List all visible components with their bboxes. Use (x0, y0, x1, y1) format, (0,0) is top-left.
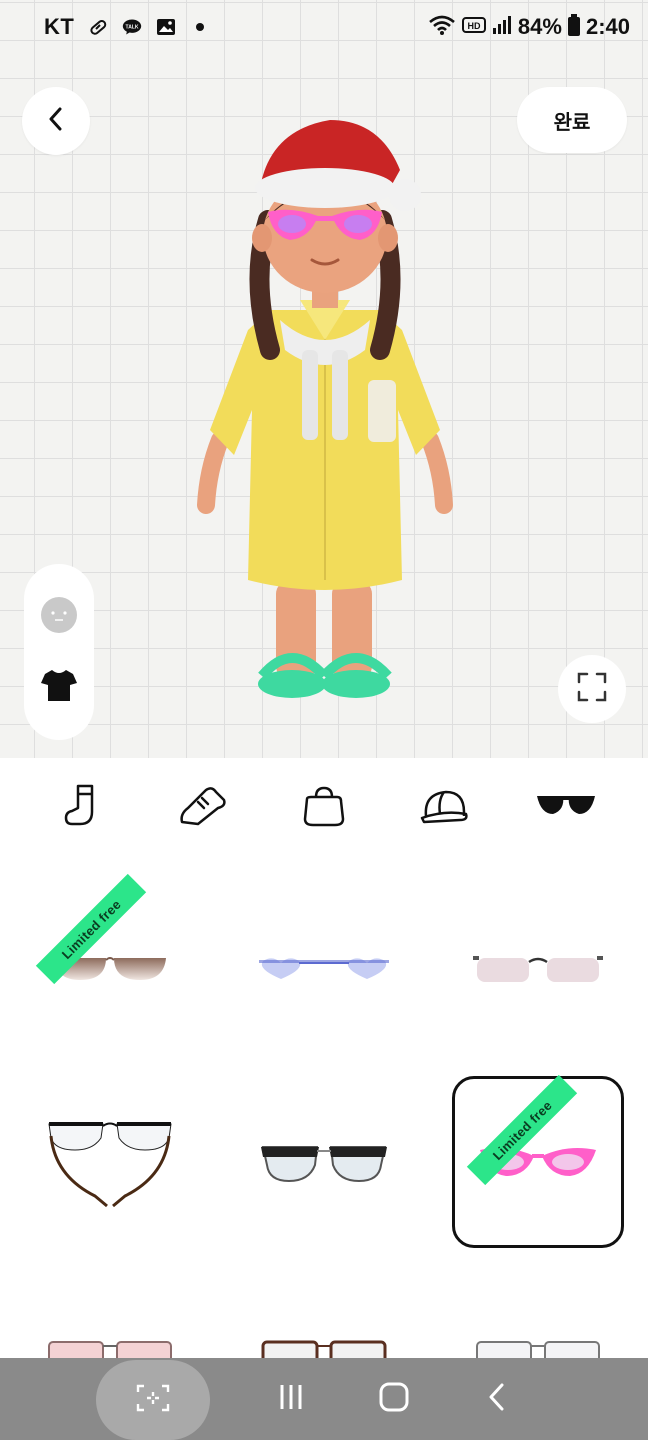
tab-bags[interactable] (289, 773, 359, 843)
nav-back-button[interactable] (467, 1369, 527, 1429)
battery-icon (567, 13, 580, 41)
recent-apps-button[interactable] (261, 1369, 321, 1429)
blue-heart-sunglasses-thumb (259, 958, 389, 979)
tab-eyewear[interactable] (531, 773, 601, 843)
signal-icon (492, 15, 512, 40)
item-grid: Limited free Limited free (0, 858, 648, 1358)
hd-icon: HD (461, 16, 486, 39)
grid-item-5[interactable] (238, 1078, 410, 1250)
back-icon (487, 1382, 507, 1417)
half-rim-chain-glasses-thumb (48, 1122, 172, 1208)
fullscreen-button[interactable] (558, 655, 626, 723)
hd-label: HD (467, 21, 480, 31)
silver-frame-glasses-thumb (476, 1341, 600, 1358)
avatar-figure (190, 110, 460, 710)
expand-icon (576, 671, 608, 708)
grid-item-2[interactable] (238, 882, 410, 1054)
kakaotalk-label: TALK (126, 25, 139, 31)
battery-percent: 84% (517, 14, 562, 39)
brown-frame-glasses-thumb (261, 1340, 387, 1358)
back-button[interactable] (22, 87, 90, 155)
pink-tint-glasses-thumb (48, 1341, 172, 1358)
recent-apps-icon (277, 1383, 305, 1416)
grid-item-1[interactable]: Limited free (24, 873, 196, 1054)
sneaker-icon (178, 784, 228, 833)
grid-item-8[interactable] (238, 1278, 410, 1358)
sock-icon (62, 784, 102, 833)
grid-item-6[interactable]: Limited free (452, 1074, 624, 1248)
home-button[interactable] (364, 1369, 424, 1429)
capture-button[interactable] (96, 1360, 210, 1440)
grid-item-4[interactable] (24, 1078, 196, 1250)
home-icon (379, 1382, 409, 1417)
capture-icon (136, 1384, 170, 1417)
face-icon[interactable] (40, 596, 78, 639)
carrier-label: KT (44, 14, 75, 39)
chevron-left-icon (45, 106, 67, 137)
grid-item-7[interactable] (24, 1278, 196, 1358)
dot-icon (190, 17, 210, 37)
category-tabs (0, 758, 648, 858)
cap-icon (420, 786, 470, 831)
tab-shoes[interactable] (168, 773, 238, 843)
grid-item-3[interactable] (452, 882, 624, 1054)
bag-icon (301, 785, 347, 832)
avatar-stage[interactable]: KT TALK HD 84% 2:40 완료 (0, 0, 648, 758)
status-bar: KT TALK HD 84% 2:40 (0, 0, 648, 54)
gallery-icon (156, 17, 176, 37)
done-button[interactable]: 완료 (517, 87, 627, 153)
sunglasses-icon (535, 792, 597, 825)
black-browline-glasses-thumb (261, 1146, 387, 1183)
wifi-icon (428, 14, 456, 41)
kakaotalk-icon: TALK (122, 17, 142, 37)
clock: 2:40 (585, 14, 630, 39)
shirt-icon[interactable] (40, 667, 78, 708)
view-mode-switcher (24, 564, 94, 740)
tab-socks[interactable] (47, 773, 117, 843)
pink-rimless-sunglasses-thumb (473, 956, 603, 982)
system-nav-bar (0, 1358, 648, 1440)
tab-hats[interactable] (410, 773, 480, 843)
pill-icon (88, 17, 108, 37)
grid-item-9[interactable] (452, 1278, 624, 1358)
